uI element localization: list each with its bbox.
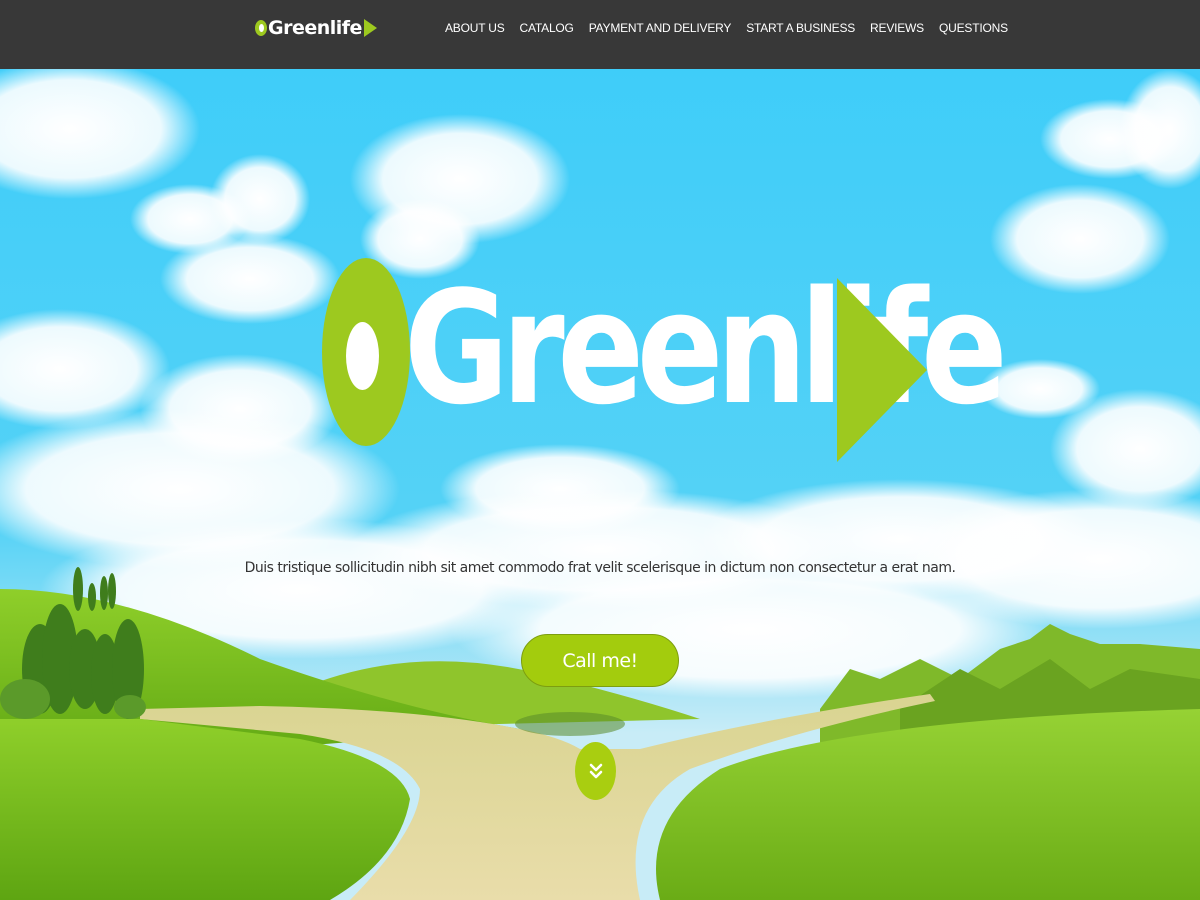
- scroll-down-button[interactable]: [575, 742, 616, 800]
- hero-logo-arrow-icon: [837, 278, 927, 462]
- nav-item-reviews[interactable]: REVIEWS: [870, 20, 924, 36]
- hero-tagline: Duis tristique sollicitudin nibh sit ame…: [244, 560, 956, 576]
- brand-o-icon: [255, 20, 267, 36]
- brand-arrow-icon: [363, 19, 377, 37]
- page: Greenlife ABOUT US CATALOG PAYMENT AND D…: [0, 0, 1200, 900]
- brand-logo-link[interactable]: Greenlife: [255, 15, 377, 41]
- double-chevron-down-icon: [589, 763, 602, 779]
- nav-item-payment-and-delivery[interactable]: PAYMENT AND DELIVERY: [589, 20, 732, 36]
- main-nav: ABOUT US CATALOG PAYMENT AND DELIVERY ST…: [445, 20, 1023, 36]
- hero-logo-o-icon: [322, 258, 410, 446]
- top-navbar: Greenlife ABOUT US CATALOG PAYMENT AND D…: [0, 0, 1200, 69]
- nav-item-about-us[interactable]: ABOUT US: [445, 20, 505, 36]
- nav-item-start-a-business[interactable]: START A BUSINESS: [746, 20, 855, 36]
- hero-logo: Greenlife: [322, 258, 1008, 463]
- nav-item-questions[interactable]: QUESTIONS: [939, 20, 1008, 36]
- nav-item-catalog[interactable]: CATALOG: [520, 20, 574, 36]
- brand-name: Greenlife: [268, 17, 362, 39]
- call-me-button[interactable]: Call me!: [521, 634, 679, 687]
